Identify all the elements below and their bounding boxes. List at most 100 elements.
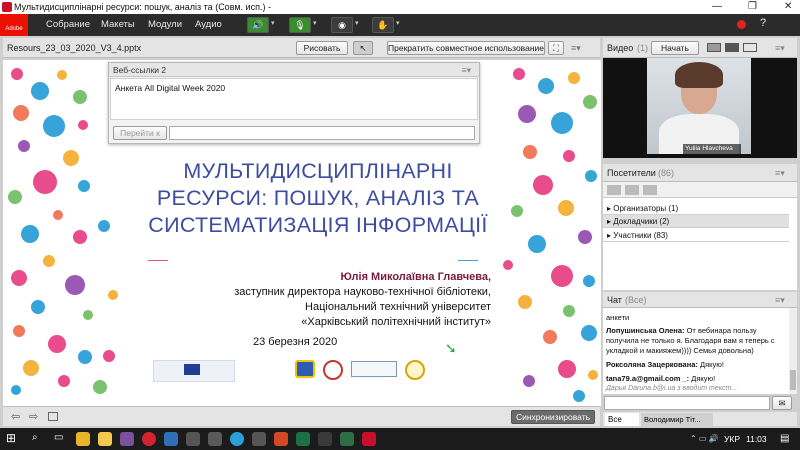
chat-tab-all[interactable]: Все xyxy=(605,413,639,426)
excel-icon[interactable] xyxy=(296,432,310,446)
word-icon[interactable] xyxy=(164,432,178,446)
search-icon[interactable]: ⌕ xyxy=(32,432,38,443)
windows-start-icon[interactable]: ⊞ xyxy=(6,431,16,445)
tray-icons[interactable]: ⌃ ▭ 🔊 xyxy=(690,434,719,443)
filmstrip-icon[interactable] xyxy=(48,412,58,421)
notifications-icon[interactable]: ▤ xyxy=(780,433,789,444)
microphone-button[interactable]: 🎙 xyxy=(289,17,311,33)
pointer-tool-icon[interactable]: ↖ xyxy=(353,41,373,55)
pod-options-icon[interactable]: ≡▾ xyxy=(462,63,471,77)
window-title-bar: Мультидисциплінарні ресурси: пошук, анал… xyxy=(0,0,800,14)
menu-meeting[interactable]: Собрание xyxy=(46,19,90,30)
opera-icon[interactable] xyxy=(142,432,156,446)
fullscreen-icon[interactable]: ⛶ xyxy=(548,41,564,55)
telegram-icon[interactable] xyxy=(230,432,244,446)
prev-slide-icon[interactable]: ⇦ xyxy=(11,410,20,423)
chat-message: анкети xyxy=(606,313,630,322)
maximize-icon[interactable]: ❐ xyxy=(748,0,757,14)
video-area: Yuliia Hlavcheva xyxy=(603,58,797,158)
input-language[interactable]: УКР xyxy=(724,434,740,444)
url-input[interactable] xyxy=(169,126,475,140)
weblinks-list: Анкета All Digital Week 2020 xyxy=(110,78,478,120)
view-status-icon[interactable] xyxy=(643,185,657,195)
speaker-button[interactable]: 🔊 xyxy=(247,17,269,33)
speaker-dropdown-icon[interactable]: ▾ xyxy=(271,17,281,33)
author-line-3: «Харківський політехнічний інститут» xyxy=(301,316,491,328)
video-pod-header: Видео (1) Начать ≡▾ xyxy=(603,38,797,58)
view-list-icon[interactable] xyxy=(607,185,621,195)
partner-logo xyxy=(405,360,425,380)
pod-options-icon[interactable]: ≡▾ xyxy=(571,43,581,54)
microphone-dropdown-icon[interactable]: ▾ xyxy=(313,17,323,33)
slide-date: 23 березня 2020 xyxy=(253,336,338,348)
menu-layouts[interactable]: Макеты xyxy=(101,19,135,30)
stop-sharing-button[interactable]: Прекратить совместное использование xyxy=(387,41,545,55)
app-icon[interactable] xyxy=(252,432,266,446)
attendees-title: Посетители xyxy=(607,168,656,178)
raise-hand-button[interactable]: ✋ xyxy=(372,17,394,33)
start-video-button[interactable]: Начать xyxy=(651,41,699,55)
sync-button[interactable]: Синхронизировать xyxy=(511,410,595,424)
app-icon[interactable] xyxy=(208,432,222,446)
weblinks-pod: Веб-ссылки 2 ≡▾ Анкета All Digital Week … xyxy=(108,62,480,144)
share-filename: Resours_23_03_2020_V3_4.pptx xyxy=(7,43,142,53)
chat-scrollbar[interactable] xyxy=(789,308,797,394)
chat-tab-private[interactable]: Володимир Тіт... xyxy=(641,413,713,426)
partner-logo xyxy=(295,360,315,378)
attendees-toolbar xyxy=(603,182,797,198)
webcam-feed: Yuliia Hlavcheva xyxy=(647,58,751,154)
powerpoint-icon[interactable] xyxy=(274,432,288,446)
attendees-count: (86) xyxy=(658,168,675,178)
attendee-group-hosts[interactable]: ▸ Организаторы (1) xyxy=(603,202,789,215)
weblinks-header: Веб-ссылки 2 ≡▾ xyxy=(109,63,479,77)
arrow-icon: ➘ xyxy=(445,340,457,356)
share-pod-footer: ⇦ ⇨ Синхронизировать xyxy=(3,406,600,426)
app-icon[interactable] xyxy=(318,432,332,446)
divider xyxy=(458,260,478,261)
taskbar: ⊞ ⌕ ▭ ⌃ ▭ 🔊 УКР 11:03 ▤ xyxy=(0,428,800,450)
attendee-group-presenters[interactable]: ▸ Докладчики (2) xyxy=(603,215,789,228)
pod-options-icon[interactable]: ≡▾ xyxy=(775,295,785,306)
pod-options-icon[interactable]: ≡▾ xyxy=(775,43,785,54)
partner-logo xyxy=(351,361,397,377)
file-explorer-icon[interactable] xyxy=(98,432,112,446)
go-to-button[interactable]: Перейти к xyxy=(113,126,167,140)
webcam-button[interactable]: ◉ xyxy=(331,17,353,33)
author-line-1: заступник директора науково-технічної бі… xyxy=(234,286,491,298)
chat-input[interactable] xyxy=(604,396,770,410)
attendee-group-participants[interactable]: ▸ Участники (83) xyxy=(603,229,789,242)
menu-pods[interactable]: Модули xyxy=(148,19,182,30)
task-view-icon[interactable]: ▭ xyxy=(54,432,63,443)
divider xyxy=(148,260,168,261)
webcam-dropdown-icon[interactable]: ▾ xyxy=(355,17,365,33)
minimize-icon[interactable]: — xyxy=(712,0,722,14)
slide-heading-line-1: МУЛЬТИДИСЦИПЛІНАРНІ xyxy=(183,159,453,183)
adobe-connect-taskbar-icon[interactable] xyxy=(362,432,376,446)
eu-logo xyxy=(153,360,235,382)
chrome-icon[interactable] xyxy=(76,432,90,446)
pod-options-icon[interactable]: ≡▾ xyxy=(775,168,785,179)
menu-audio[interactable]: Аудио xyxy=(195,19,222,30)
slide-heading-line-2: РЕСУРСИ: ПОШУК, АНАЛІЗ ТА xyxy=(156,186,480,210)
weblink-item[interactable]: Анкета All Digital Week 2020 xyxy=(115,83,225,93)
fullscreen-icon[interactable] xyxy=(743,43,757,52)
chat-pod-header: Чат (Все) ≡▾ xyxy=(603,292,797,308)
close-icon[interactable]: ✕ xyxy=(784,0,792,14)
grid-layout-icon[interactable] xyxy=(725,43,739,52)
author-name: Юлія Миколаївна Главчева, xyxy=(340,271,491,283)
record-indicator-icon[interactable] xyxy=(737,20,746,29)
help-icon[interactable]: ? xyxy=(760,17,766,29)
app-icon[interactable] xyxy=(340,432,354,446)
clock[interactable]: 11:03 xyxy=(746,434,767,444)
send-message-icon[interactable]: ✉ xyxy=(772,396,792,410)
app-icon[interactable] xyxy=(186,432,200,446)
partner-logo xyxy=(323,360,343,380)
draw-button[interactable]: Рисовать xyxy=(296,41,348,55)
next-slide-icon[interactable]: ⇨ xyxy=(29,410,38,423)
viber-icon[interactable] xyxy=(120,432,134,446)
view-grid-icon[interactable] xyxy=(625,185,639,195)
attendees-pod-header: Посетители (86) ≡▾ xyxy=(603,164,797,182)
chat-message: Роксоляна Зацеркована: Дякую! xyxy=(606,360,724,369)
status-dropdown-icon[interactable]: ▾ xyxy=(396,17,406,33)
layout-icon[interactable] xyxy=(707,43,721,52)
